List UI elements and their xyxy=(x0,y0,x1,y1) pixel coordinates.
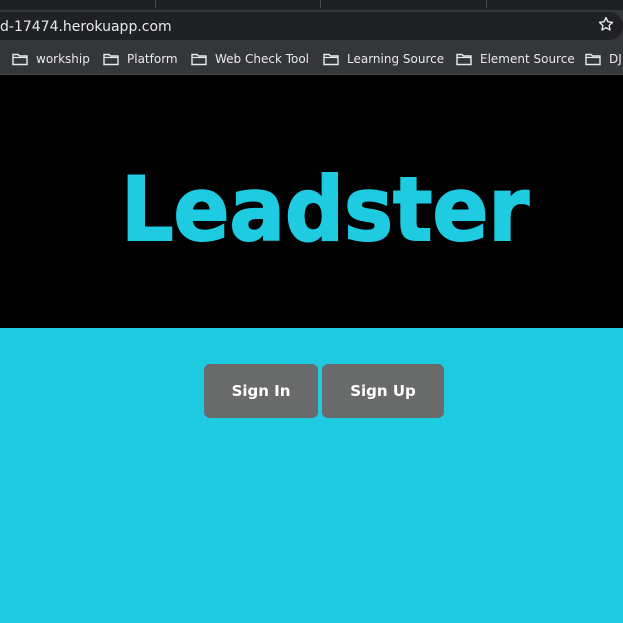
bookmark-label: Platform xyxy=(127,52,178,66)
bookmark-platform[interactable]: Platform xyxy=(103,50,178,68)
sign-in-button[interactable]: Sign In xyxy=(204,364,318,418)
bookmark-web-check-tool[interactable]: Web Check Tool xyxy=(191,50,309,68)
bookmark-label: Element Source xyxy=(480,52,575,66)
address-bar[interactable]: d-17474.herokuapp.com xyxy=(0,12,623,40)
sign-up-button[interactable]: Sign Up xyxy=(322,364,444,418)
bookmark-label: Web Check Tool xyxy=(215,52,310,66)
bookmark-element-source[interactable]: Element Source xyxy=(456,50,575,68)
tab-divider xyxy=(320,0,321,8)
folder-icon xyxy=(323,53,339,65)
bookmark-label: DJ xyxy=(609,52,622,66)
folder-icon xyxy=(585,53,601,65)
bookmark-learning-source[interactable]: Learning Source xyxy=(323,50,444,68)
bookmark-workship[interactable]: workship xyxy=(12,50,90,68)
folder-icon xyxy=(103,53,119,65)
hero-title: Leadster xyxy=(121,158,530,261)
folder-icon xyxy=(12,53,28,65)
bookmark-label: workship xyxy=(36,52,90,66)
tab-strip xyxy=(0,0,623,10)
url-text: d-17474.herokuapp.com xyxy=(0,19,172,35)
hero-banner: Leadster xyxy=(0,75,623,328)
bookmark-label: Learning Source xyxy=(347,52,445,66)
bookmark-dj[interactable]: DJ xyxy=(585,50,622,68)
bookmark-star-icon[interactable] xyxy=(597,15,615,33)
folder-icon xyxy=(456,53,472,65)
tab-divider xyxy=(486,0,487,8)
browser-toolbar: d-17474.herokuapp.com xyxy=(0,10,623,44)
tab-divider xyxy=(155,0,156,8)
bookmarks-bar: workship Platform Web Check Tool Learnin… xyxy=(0,44,623,74)
folder-icon xyxy=(191,53,207,65)
hero-title-svg: Leadster xyxy=(120,157,531,262)
